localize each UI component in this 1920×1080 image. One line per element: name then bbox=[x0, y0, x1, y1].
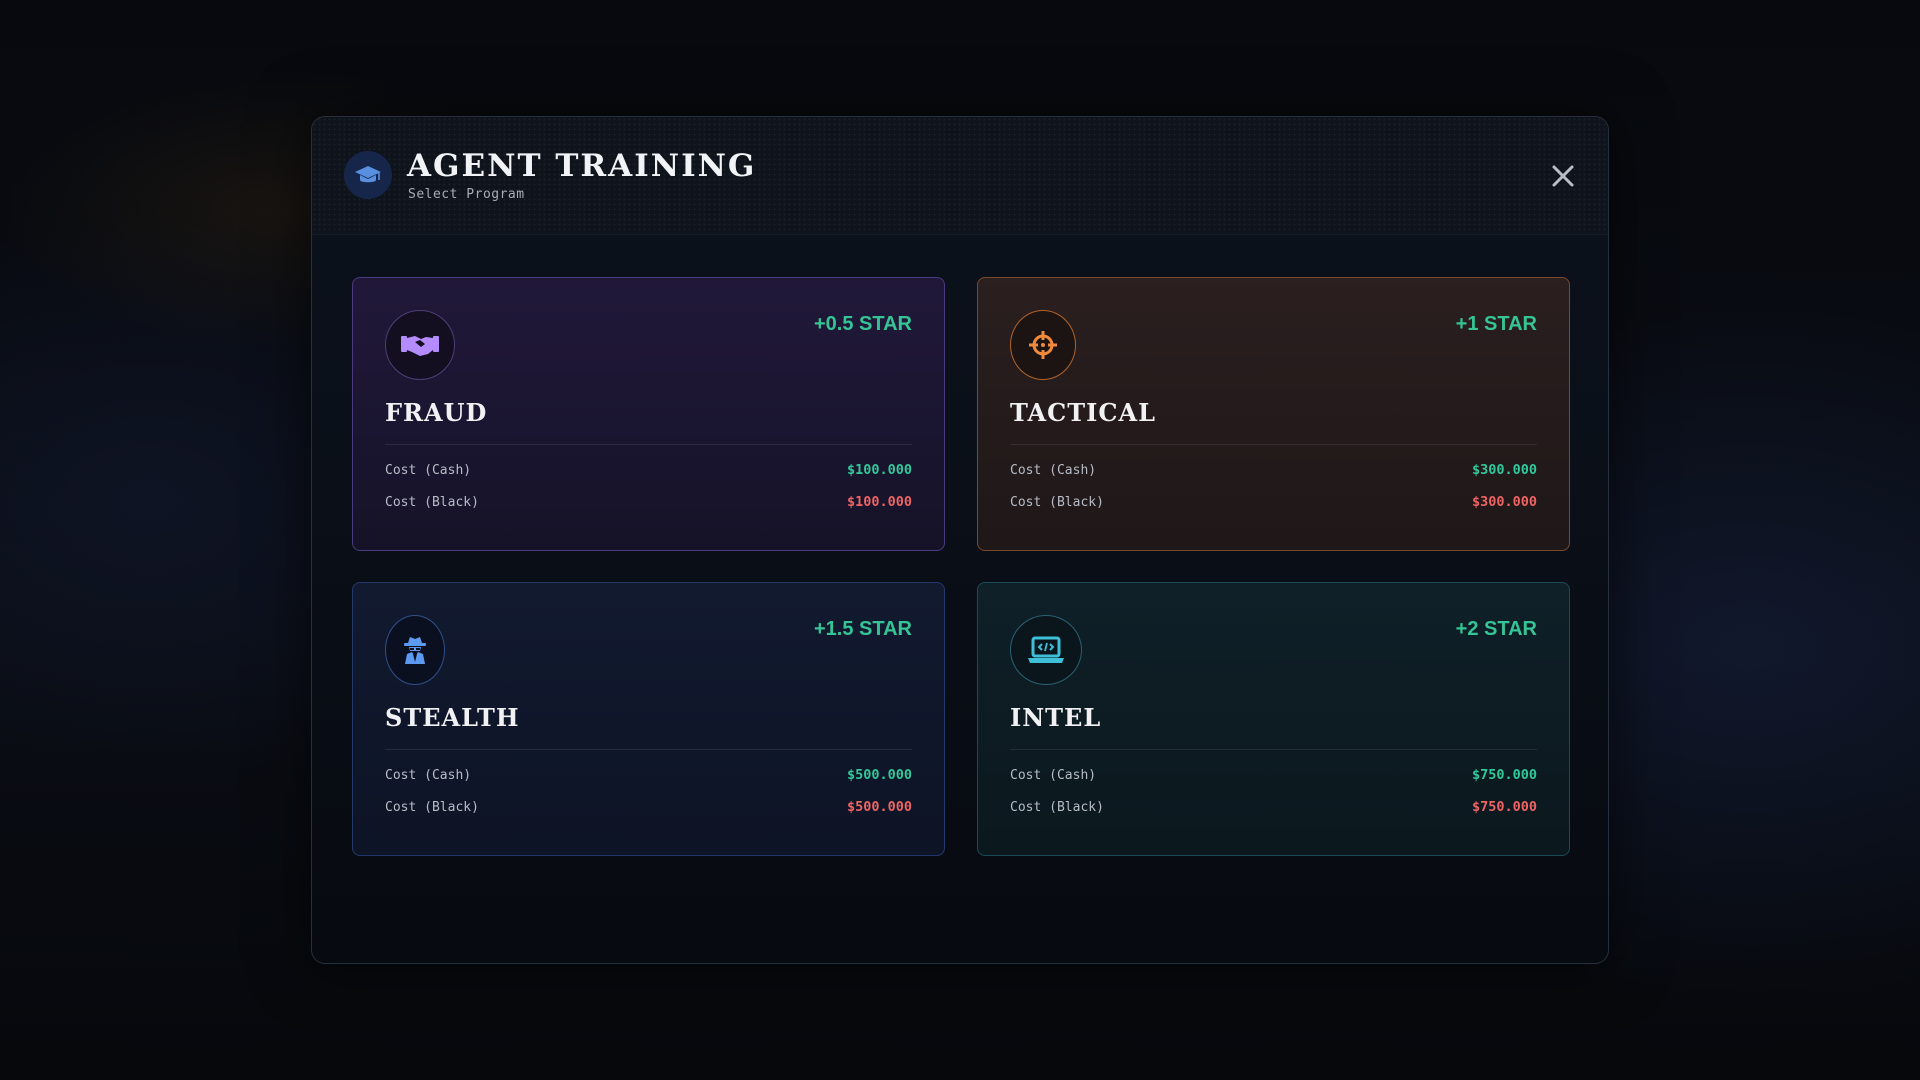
graduation-cap-icon bbox=[344, 151, 392, 199]
crosshair-icon bbox=[1010, 310, 1076, 380]
program-name: FRAUD bbox=[385, 398, 488, 427]
cost-black-label: Cost (Black) bbox=[1010, 494, 1104, 510]
program-name: INTEL bbox=[1010, 703, 1102, 732]
program-name: TACTICAL bbox=[1010, 398, 1156, 427]
program-name: STEALTH bbox=[385, 703, 520, 732]
close-button[interactable] bbox=[1548, 161, 1578, 191]
cost-cash-row: Cost (Cash) $100.000 bbox=[385, 462, 912, 478]
cost-cash-row: Cost (Cash) $500.000 bbox=[385, 767, 912, 783]
cost-black-row: Cost (Black) $300.000 bbox=[1010, 494, 1537, 510]
divider bbox=[1010, 749, 1537, 750]
cost-black-value: $300.000 bbox=[1471, 494, 1537, 510]
close-icon bbox=[1552, 165, 1574, 187]
cost-cash-label: Cost (Cash) bbox=[385, 462, 472, 478]
cost-black-label: Cost (Black) bbox=[385, 494, 479, 510]
star-bonus: +0.5 STAR bbox=[814, 313, 912, 335]
cost-cash-row: Cost (Cash) $300.000 bbox=[1010, 462, 1537, 478]
cost-cash-label: Cost (Cash) bbox=[1010, 767, 1097, 783]
cost-black-label: Cost (Black) bbox=[385, 799, 479, 815]
cost-black-row: Cost (Black) $100.000 bbox=[385, 494, 912, 510]
spy-icon bbox=[385, 615, 445, 685]
cost-cash-row: Cost (Cash) $750.000 bbox=[1010, 767, 1537, 783]
modal-subtitle: Select Program bbox=[408, 187, 525, 202]
divider bbox=[385, 749, 912, 750]
star-bonus: +1.5 STAR bbox=[814, 618, 912, 640]
cost-cash-label: Cost (Cash) bbox=[1010, 462, 1097, 478]
cost-black-value: $750.000 bbox=[1471, 799, 1537, 815]
cost-black-value: $500.000 bbox=[846, 799, 912, 815]
divider bbox=[1010, 444, 1537, 445]
star-bonus: +2 STAR bbox=[1455, 618, 1537, 640]
cost-black-row: Cost (Black) $500.000 bbox=[385, 799, 912, 815]
cost-cash-value: $750.000 bbox=[1471, 767, 1537, 783]
divider bbox=[385, 444, 912, 445]
program-card-intel[interactable]: +2 STAR INTEL Cost (Cash) $750.000 Cost … bbox=[977, 582, 1570, 856]
handshake-icon bbox=[385, 310, 455, 380]
cost-black-label: Cost (Black) bbox=[1010, 799, 1104, 815]
modal-header: AGENT TRAINING Select Program bbox=[312, 117, 1608, 235]
modal-title: AGENT TRAINING bbox=[407, 148, 757, 184]
agent-training-modal: AGENT TRAINING Select Program +0.5 STAR … bbox=[311, 116, 1609, 964]
cost-black-row: Cost (Black) $750.000 bbox=[1010, 799, 1537, 815]
program-card-fraud[interactable]: +0.5 STAR FRAUD Cost (Cash) $100.000 Cos… bbox=[352, 277, 945, 551]
cost-cash-value: $500.000 bbox=[846, 767, 912, 783]
cost-black-value: $100.000 bbox=[846, 494, 912, 510]
cost-cash-value: $300.000 bbox=[1471, 462, 1537, 478]
program-card-stealth[interactable]: +1.5 STAR STEALTH Cost (Cash) $500.000 C… bbox=[352, 582, 945, 856]
laptop-code-icon bbox=[1010, 615, 1082, 685]
cost-cash-label: Cost (Cash) bbox=[385, 767, 472, 783]
cost-cash-value: $100.000 bbox=[846, 462, 912, 478]
star-bonus: +1 STAR bbox=[1455, 313, 1537, 335]
program-card-tactical[interactable]: +1 STAR TACTICAL Cost (Cash) $300.000 Co… bbox=[977, 277, 1570, 551]
